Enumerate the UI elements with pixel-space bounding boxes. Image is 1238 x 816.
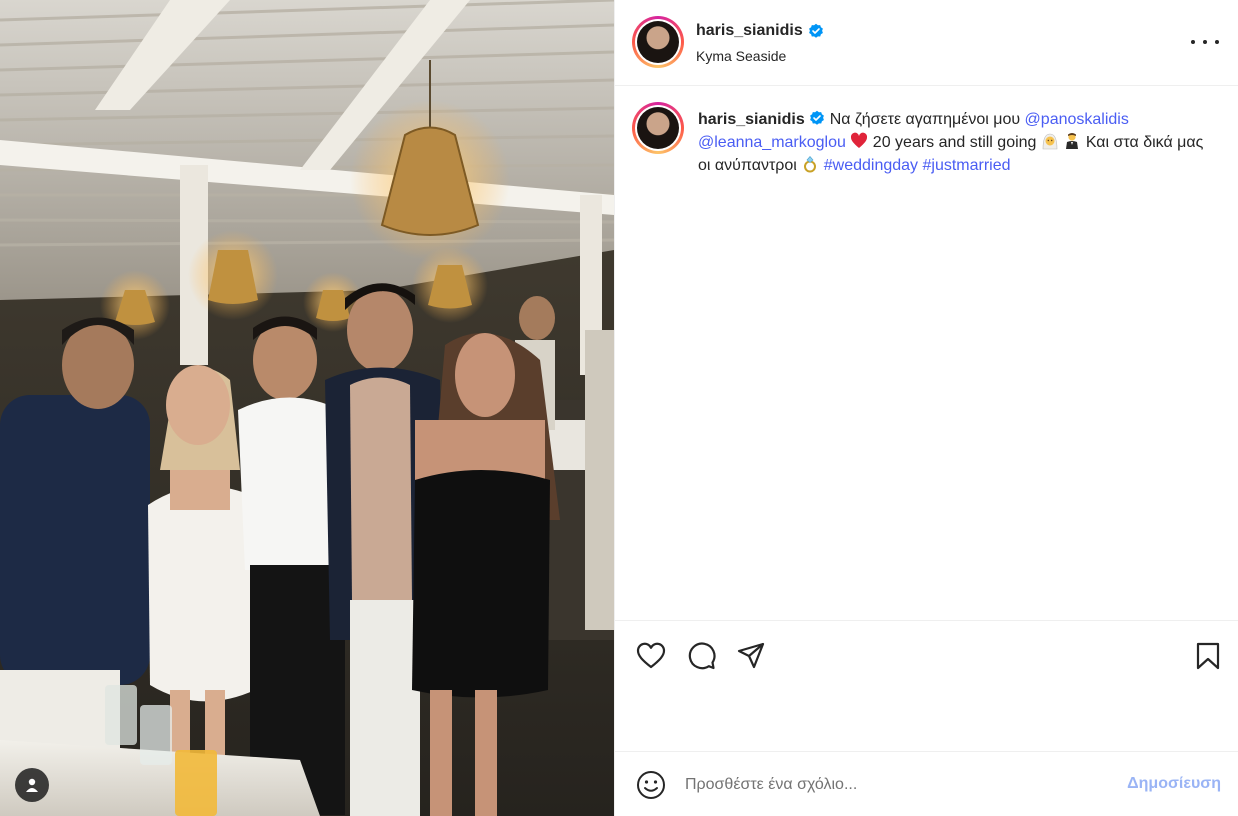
caption-text-part-2: 20 years and still going [872, 134, 1037, 151]
heart-icon [636, 642, 666, 669]
comment-composer: Δημοσίευση [615, 753, 1238, 816]
share-icon [737, 642, 765, 669]
comment-button[interactable] [684, 639, 718, 673]
groom-in-tuxedo-emoji-icon [1066, 133, 1079, 149]
save-button[interactable] [1191, 639, 1225, 673]
post-header: haris_sianidis Kyma Seaside [615, 0, 1238, 86]
action-bar [615, 620, 1238, 752]
post-location[interactable]: Kyma Seaside [696, 48, 786, 64]
emoji-icon [637, 771, 665, 799]
verified-badge-icon [809, 110, 824, 125]
hashtag-link[interactable]: #justmarried [923, 157, 1011, 174]
author-avatar[interactable] [632, 16, 684, 68]
caption-text: haris_sianidis Να ζήσετε αγαπημένοι μου @… [698, 108, 1218, 177]
post-comment-button[interactable]: Δημοσίευση [1127, 775, 1221, 793]
caption-section: haris_sianidis Να ζήσετε αγαπημένοι μου @… [615, 86, 1238, 620]
caption-text-part-1: Να ζήσετε αγαπημένοι μου [829, 111, 1021, 128]
share-button[interactable] [734, 639, 768, 673]
bride-with-veil-emoji-icon [1042, 133, 1058, 150]
verified-badge-icon [808, 23, 823, 38]
more-options-icon[interactable] [1191, 30, 1219, 54]
post-details-panel: haris_sianidis Kyma Seaside haris_sianid… [614, 0, 1238, 816]
user-tag-icon [26, 778, 38, 792]
comment-input[interactable] [685, 771, 1105, 799]
hashtag-link[interactable]: #weddingday [824, 157, 918, 174]
user-tag-button[interactable] [15, 768, 49, 802]
mention-link[interactable]: @leanna_markoglou [698, 134, 846, 151]
mention-link[interactable]: @panoskalidis [1025, 111, 1129, 128]
comment-icon [688, 642, 716, 670]
caption-username[interactable]: haris_sianidis [698, 111, 805, 128]
author-name-row: haris_sianidis [696, 22, 824, 40]
red-heart-emoji-icon [851, 132, 868, 148]
group-photo-illustration [0, 0, 614, 816]
like-button[interactable] [634, 639, 668, 673]
author-username[interactable]: haris_sianidis [696, 22, 803, 40]
ring-emoji-icon [804, 156, 817, 173]
bookmark-icon [1196, 642, 1220, 670]
post-photo[interactable] [0, 0, 614, 816]
emoji-picker-button[interactable] [635, 769, 667, 801]
caption-author-avatar[interactable] [632, 102, 684, 154]
